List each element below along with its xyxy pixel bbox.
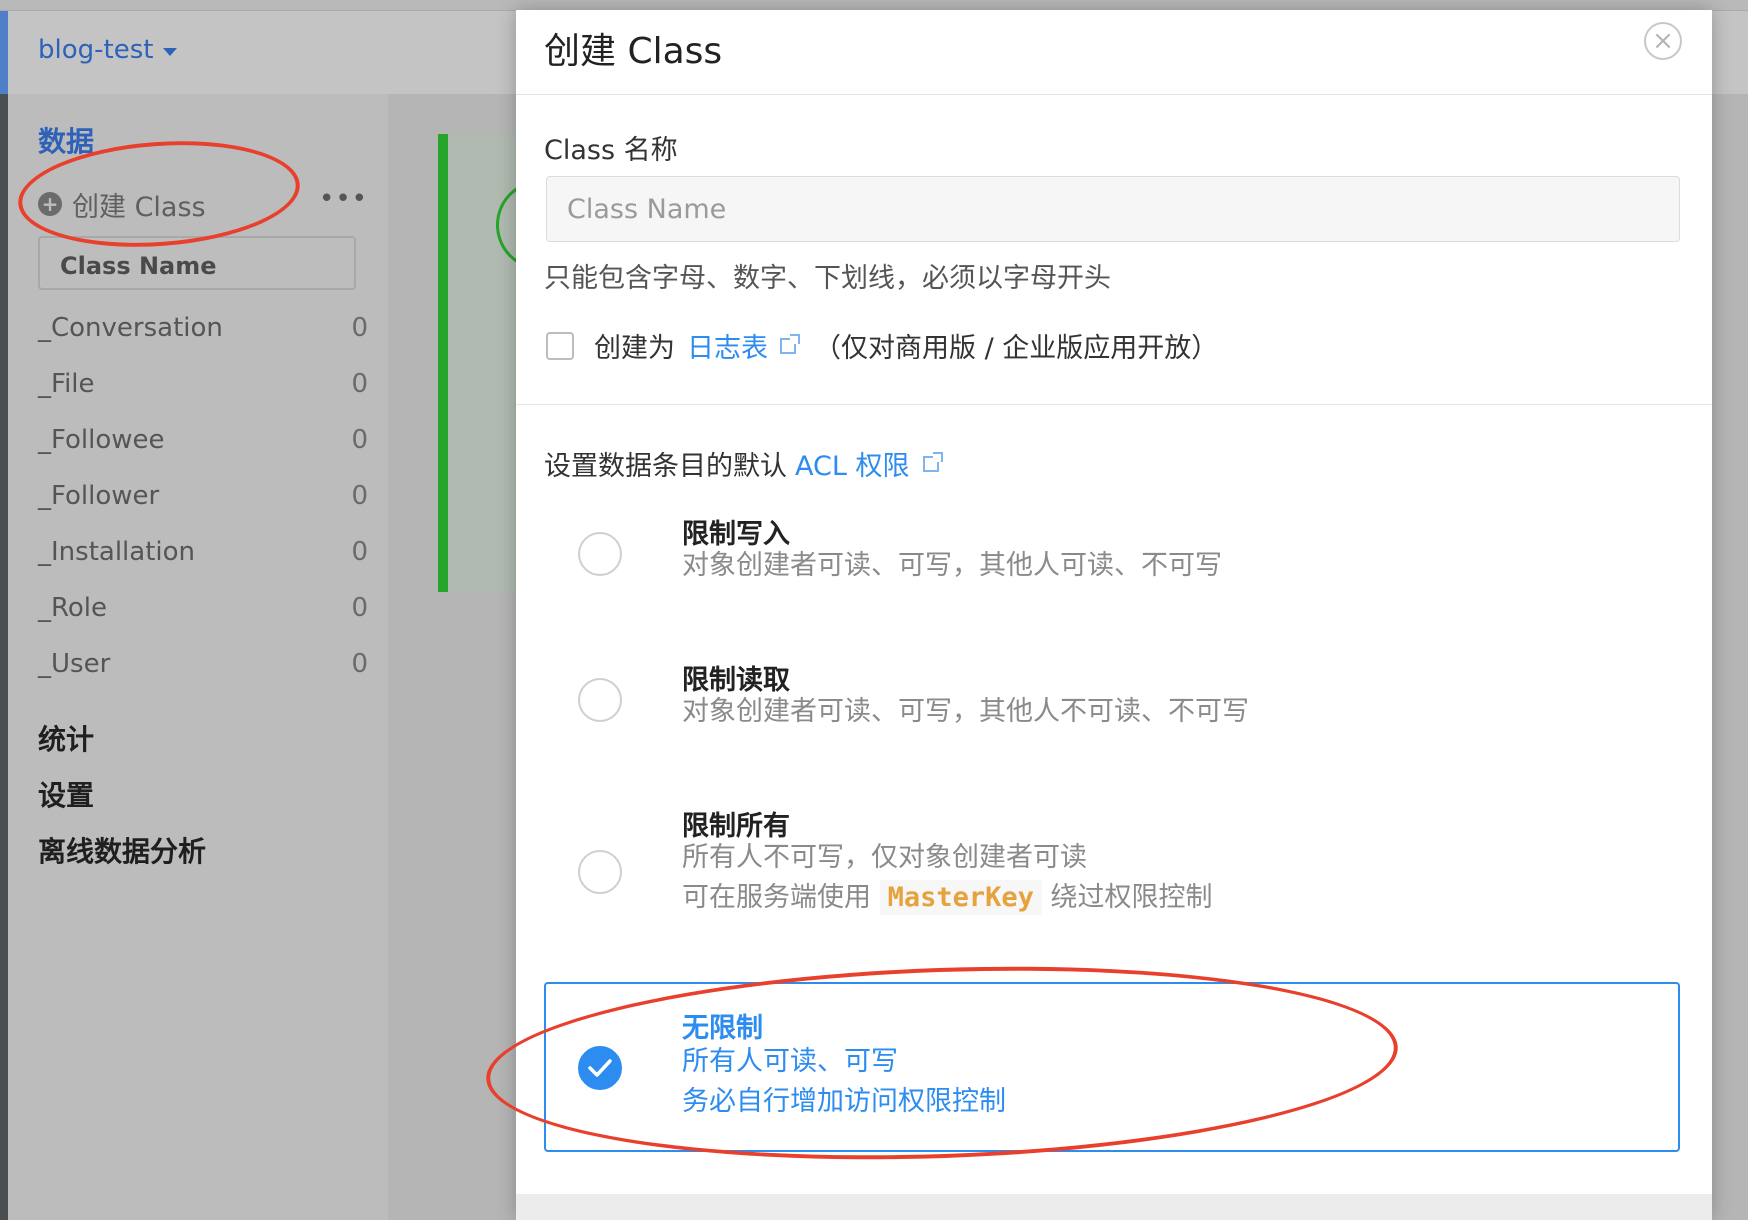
class-list: _Conversation 0 _File 0 _Followee 0 _Follow… [38, 300, 368, 692]
sidebar-section-settings[interactable]: 设置 [38, 774, 94, 814]
acl-link[interactable]: ACL 权限 [795, 444, 909, 483]
close-icon[interactable]: × [1644, 22, 1682, 60]
class-item-count: 0 [351, 649, 368, 679]
caret-down-icon [163, 48, 178, 56]
dialog-footer [516, 1194, 1712, 1220]
dialog-header: 创建 Class × [516, 10, 1712, 95]
class-item-count: 0 [351, 425, 368, 455]
status-bar [438, 134, 448, 592]
class-item-name: _Followee [38, 425, 165, 455]
class-item-name: _Role [38, 593, 108, 623]
log-table-checkbox[interactable] [546, 331, 574, 360]
sidebar-class-name-input[interactable]: Class Name [38, 236, 356, 290]
acl-option-desc: 对象创建者可读、可写，其他人不可读、不可写 [682, 696, 1249, 727]
acl-option-desc-post: 绕过权限控制 [1050, 882, 1213, 913]
top-bar-accent [0, 11, 8, 95]
acl-option-desc-2: 可在服务端使用 MasterKey 绕过权限控制 [682, 878, 1213, 918]
class-item-count: 0 [351, 481, 368, 511]
acl-option-desc: 所有人不可写，仅对象创建者可读 [682, 842, 1087, 873]
log-table-option: 创建为 日志表 （仅对商用版 / 企业版应用开放） [546, 326, 1218, 365]
class-item[interactable]: _Follower 0 [38, 468, 368, 524]
class-item-count: 0 [351, 537, 368, 567]
acl-option-restrict-read[interactable]: 限制读取 对象创建者可读、可写，其他人不可读、不可写 [544, 650, 1680, 770]
sidebar-section-stats[interactable]: 统计 [38, 718, 94, 758]
sidebar: 数据 + 创建 Class ••• Class Name _Conversati… [8, 94, 388, 1220]
class-item[interactable]: _Installation 0 [38, 524, 368, 580]
app-switcher[interactable]: blog-test [38, 35, 178, 65]
log-table-link[interactable]: 日志表 [687, 326, 768, 365]
class-item-name: _File [38, 369, 95, 399]
acl-heading: 设置数据条目的默认 ACL 权限 [544, 444, 957, 483]
log-table-prefix: 创建为 [594, 333, 675, 364]
acl-option-radio[interactable] [578, 532, 622, 576]
acl-option-desc-pre: 可在服务端使用 [682, 882, 871, 913]
left-nav-strip [0, 94, 8, 1220]
acl-option-radio[interactable] [578, 678, 622, 722]
divider [516, 404, 1712, 405]
class-item-name: _Conversation [38, 313, 223, 343]
class-item-count: 0 [351, 593, 368, 623]
class-item-count: 0 [351, 313, 368, 343]
class-item[interactable]: _Conversation 0 [38, 300, 368, 356]
sidebar-section-offline[interactable]: 离线数据分析 [38, 830, 206, 870]
acl-option-restrict-all[interactable]: 限制所有 所有人不可写，仅对象创建者可读 可在服务端使用 MasterKey 绕… [544, 796, 1680, 956]
class-item[interactable]: _File 0 [38, 356, 368, 412]
class-item[interactable]: _User 0 [38, 636, 368, 692]
class-name-label: Class 名称 [544, 135, 678, 166]
acl-option-radio[interactable] [578, 850, 622, 894]
class-name-hint: 只能包含字母、数字、下划线，必须以字母开头 [544, 263, 1111, 294]
class-item-count: 0 [351, 369, 368, 399]
app-name: blog-test [38, 35, 154, 65]
class-item-name: _Installation [38, 537, 196, 567]
class-item[interactable]: _Followee 0 [38, 412, 368, 468]
class-item-name: _Follower [38, 481, 160, 511]
dialog-title: 创建 Class [544, 31, 723, 72]
acl-heading-text: 设置数据条目的默认 [544, 451, 787, 482]
external-link-icon[interactable] [923, 451, 944, 472]
external-link-icon[interactable] [780, 333, 800, 354]
acl-option-restrict-write[interactable]: 限制写入 对象创建者可读、可写，其他人可读、不可写 [544, 504, 1680, 624]
log-table-suffix: （仅对商用版 / 企业版应用开放） [814, 333, 1219, 364]
more-icon[interactable]: ••• [319, 184, 368, 214]
acl-option-desc: 对象创建者可读、可写，其他人可读、不可写 [682, 550, 1222, 581]
class-item[interactable]: _Role 0 [38, 580, 368, 636]
class-item-name: _User [38, 649, 111, 679]
masterkey-code: MasterKey [879, 880, 1042, 915]
class-name-input[interactable] [546, 176, 1680, 242]
